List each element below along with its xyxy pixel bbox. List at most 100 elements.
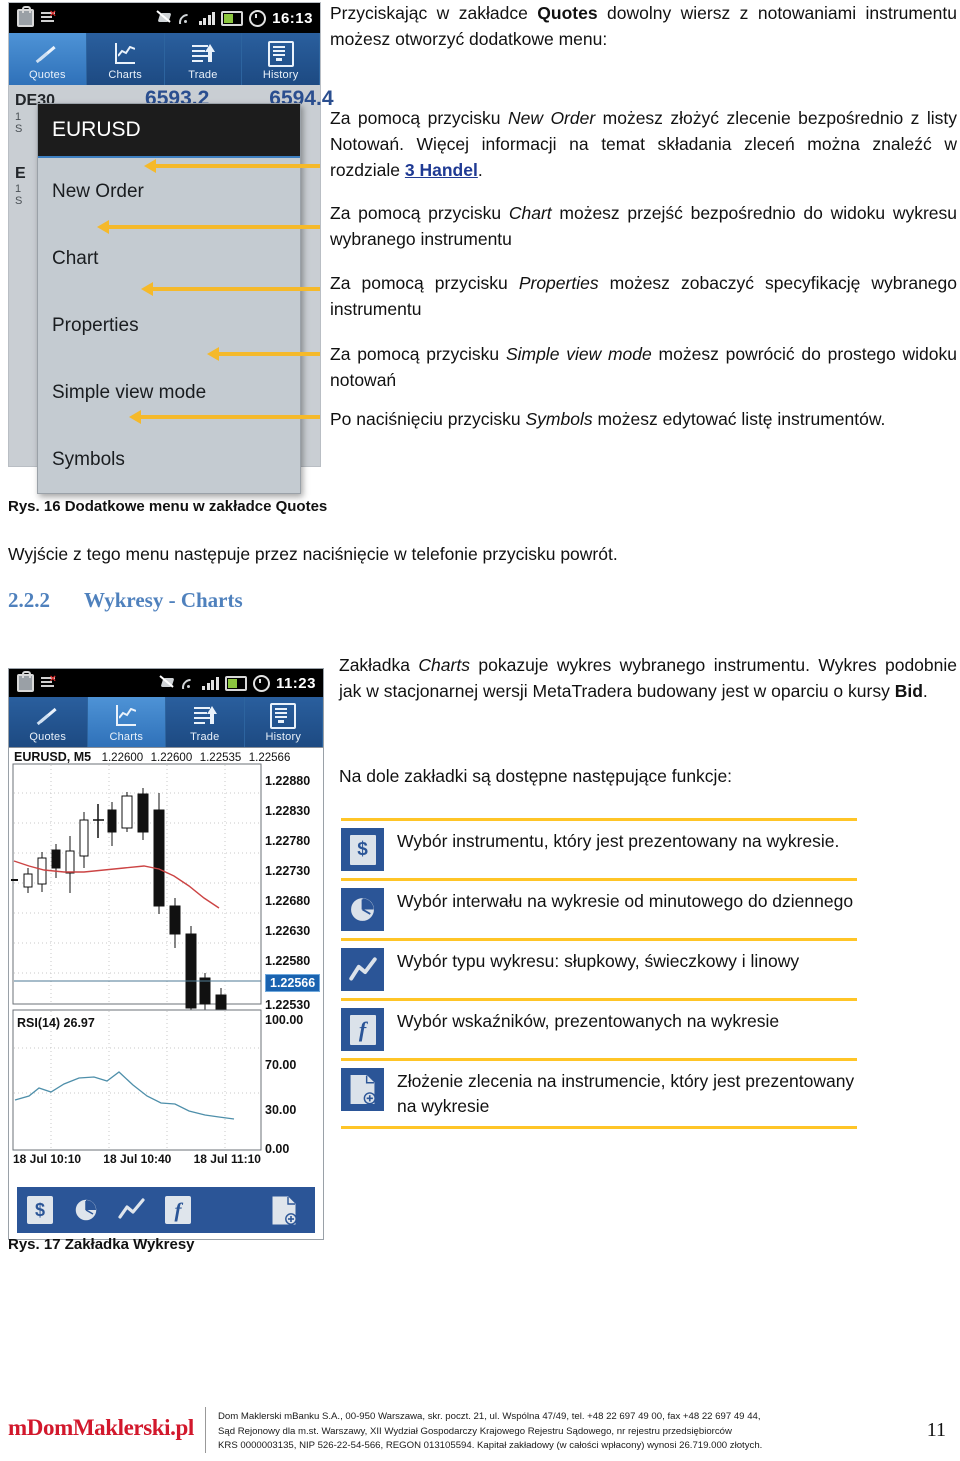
arrows-icon (35, 703, 61, 729)
charttype-button[interactable] (109, 1187, 155, 1233)
ci-c: . (922, 681, 928, 701)
chart-canvas[interactable]: EURUSD, M5 1.22600 1.22600 1.22535 1.225… (9, 747, 323, 1168)
app-tab-bar-2: Quotes Charts Trade History (9, 697, 323, 747)
price-label-1: 1.22830 (265, 804, 311, 818)
tab-quotes-2[interactable]: Quotes (9, 697, 88, 747)
p4-b: możesz edytować listę instrumentów. (592, 409, 886, 429)
p3-a: Za pomocą przycisku (330, 344, 506, 364)
footer-divider (205, 1407, 206, 1453)
tasklist-error-icon (41, 673, 56, 690)
callout-arrow-properties (141, 282, 320, 296)
tasklist-error-icon (41, 8, 56, 25)
tab-charts[interactable]: Charts (87, 33, 165, 85)
price-label-4: 1.22680 (265, 894, 311, 908)
history-icon (270, 703, 297, 729)
context-menu-item-symbols[interactable]: Symbols (38, 426, 300, 493)
dollar-icon: $ (27, 1196, 53, 1224)
doc-plus-icon (272, 1196, 297, 1225)
battery-icon (224, 675, 247, 691)
function-icon: f (349, 1014, 376, 1045)
footer-line-1: Dom Maklerski mBanku S.A., 00-950 Warsza… (218, 1411, 761, 1422)
feature-icon-box-2 (341, 888, 384, 931)
clock-icon (74, 1198, 98, 1222)
doc-plus-icon (350, 1074, 376, 1105)
timeframe-button[interactable] (63, 1187, 109, 1233)
tab-history-2[interactable]: History (245, 697, 323, 747)
indicator-level-0: 0.00 (265, 1142, 290, 1156)
neworder-button[interactable] (261, 1187, 307, 1233)
tab-charts-label: Charts (108, 69, 142, 81)
tab-trade[interactable]: Trade (165, 33, 243, 85)
status-bar-2-left-icons (9, 671, 56, 692)
caption-figure-16: Rys. 16 Dodatkowe menu w zakładce Quotes (8, 498, 328, 515)
tab-quotes-label: Quotes (29, 69, 66, 81)
briefcase-icon (17, 671, 34, 692)
p0-a: Za pomocą przycisku (330, 108, 508, 128)
context-menu[interactable]: EURUSD New Order Chart Properties Simple… (37, 103, 301, 494)
context-menu-item-chart[interactable]: Chart (38, 225, 300, 292)
functions-intro: Na dole zakładki są dostępne następujące… (339, 766, 733, 786)
p4-em: Symbols (525, 409, 593, 429)
tab-trade-2[interactable]: Trade (166, 697, 245, 747)
feature-text-1: Wybór instrumentu, który jest prezentowa… (397, 831, 840, 851)
wifi-icon (178, 12, 193, 24)
section-number: 2.2.2 (8, 588, 50, 612)
status-bar-2-clock: 11:23 (275, 674, 316, 692)
footer-legal-text: Dom Maklerski mBanku S.A., 00-950 Warsza… (218, 1410, 898, 1454)
document-page: 16:13 Quotes Charts Trade (0, 0, 960, 1461)
ci-a: Zakładka (339, 655, 419, 675)
indicator-level-30: 30.00 (265, 1103, 297, 1117)
link-3-handel[interactable]: 3 Handel (405, 160, 478, 180)
tab-quotes[interactable]: Quotes (9, 33, 87, 85)
feature-text-4: Wybór wskaźników, prezentowanych na wykr… (397, 1011, 780, 1031)
tab-history[interactable]: History (242, 33, 320, 85)
feature-icon-box-3 (341, 948, 384, 991)
feature-text-3: Wybór typu wykresu: słupkowy, świeczkowy… (397, 951, 800, 971)
signal-icon (198, 11, 216, 25)
tab-charts-2[interactable]: Charts (87, 697, 166, 747)
symbol-button[interactable]: $ (17, 1187, 63, 1233)
status-bar-2-right-icons: 11:23 (161, 674, 323, 692)
chart-toolbar[interactable]: $ f (17, 1187, 315, 1233)
price-label-5: 1.22630 (265, 924, 311, 938)
ci-strong: Bid (894, 681, 923, 701)
status-bar-left-icons (9, 6, 56, 27)
time-label-2: 18 Jul 11:10 (193, 1152, 261, 1166)
indicators-button[interactable]: f (155, 1187, 201, 1233)
paragraph-properties: Za pomocą przycisku Properties możesz zo… (330, 270, 957, 322)
feature-icon-box-1: $ (341, 828, 384, 871)
signal-icon (202, 676, 219, 690)
chart-functions-list: $ Wybór instrumentu, który jest prezento… (341, 818, 857, 1129)
feature-text-2: Wybór interwału na wykresie od minutoweg… (397, 891, 854, 911)
linechart-icon (112, 41, 138, 67)
tab-charts-2-label: Charts (109, 731, 144, 743)
dollar-icon: $ (349, 834, 376, 865)
footer-line-3: KRS 0000003135, NIP 526-22-54-566, REGON… (218, 1440, 763, 1451)
p0-c: . (477, 160, 483, 180)
figure-17-screenshot: 11:23 Quotes Charts Trade (8, 668, 324, 1240)
paragraph-symbols: Po naciśnięciu przycisku Symbols możesz … (330, 406, 957, 432)
callout-arrow-symbols (129, 410, 320, 424)
status-bar: 16:13 (9, 3, 320, 33)
price-label-0: 1.22880 (265, 774, 311, 788)
context-menu-item-new-order[interactable]: New Order (38, 158, 300, 225)
tab-quotes-2-label: Quotes (29, 731, 67, 743)
p4-a: Po naciśnięciu przycisku (330, 409, 526, 429)
context-menu-item-properties[interactable]: Properties (38, 292, 300, 359)
paragraph-simple-view: Za pomocą przycisku Simple view mode moż… (330, 341, 957, 393)
figure-16-screenshot: 16:13 Quotes Charts Trade (8, 2, 334, 494)
app-tab-bar: Quotes Charts Trade History (9, 33, 320, 85)
tab-trade-2-label: Trade (190, 731, 220, 743)
intro-quotes-bold: Quotes (537, 3, 598, 23)
exit-note: Wyjście z tego menu następuje przez naci… (8, 544, 618, 564)
feature-text-5: Złożenie zlecenia na instrumencie, który… (397, 1071, 855, 1116)
section-title: Wykresy - Charts (84, 588, 243, 612)
context-menu-title: EURUSD (38, 104, 300, 158)
battery-icon (221, 10, 244, 26)
charts-intro-paragraph: Zakładka Charts pokazuje wykres wybraneg… (339, 652, 957, 704)
indicator-label: RSI(14) 26.97 (17, 1016, 95, 1030)
current-price-badge: 1.22566 (265, 974, 321, 992)
intro-paragraph: Przyciskając w zakładce Quotes dowolny w… (330, 0, 957, 52)
briefcase-icon (17, 6, 34, 27)
feature-row-charttype: Wybór typu wykresu: słupkowy, świeczkowy… (341, 938, 857, 998)
